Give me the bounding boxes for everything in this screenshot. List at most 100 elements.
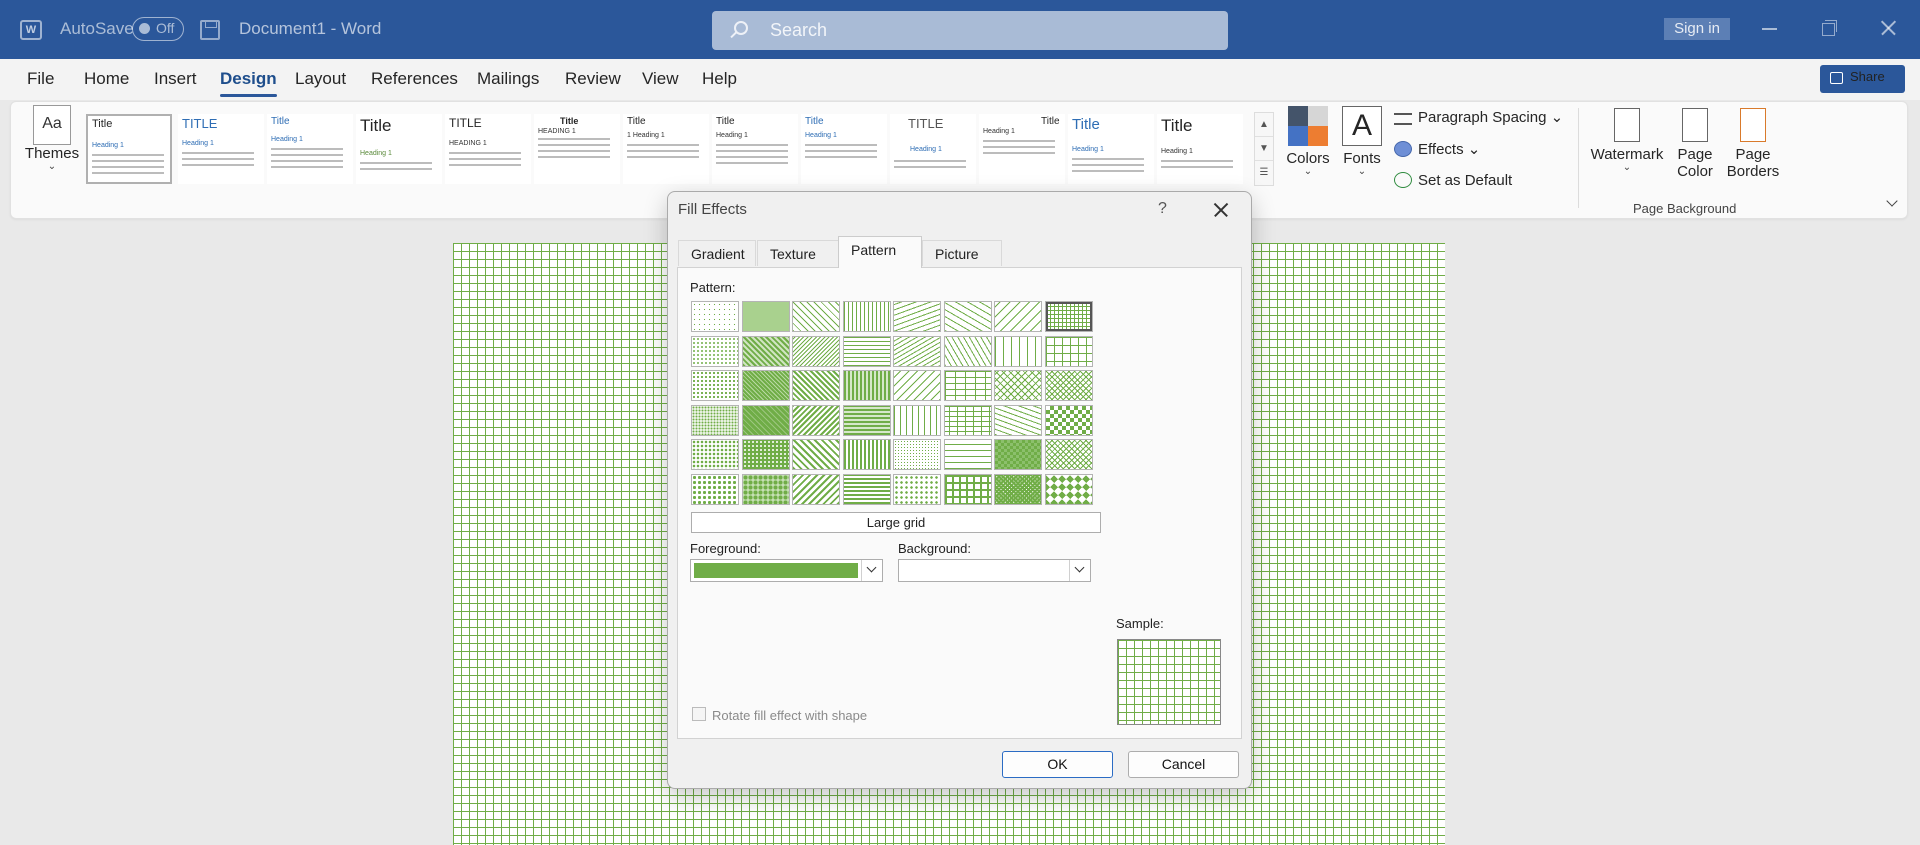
gallery-down-icon[interactable]: ▼	[1255, 137, 1273, 161]
pattern-swatch[interactable]	[842, 439, 891, 470]
close-window-icon[interactable]	[1876, 16, 1900, 40]
pattern-swatch[interactable]	[994, 439, 1042, 470]
gallery-up-icon[interactable]: ▲	[1255, 113, 1273, 137]
share-button[interactable]: Share	[1820, 65, 1905, 93]
pattern-swatch[interactable]	[1044, 473, 1093, 505]
set-as-default-button[interactable]: Set as Default	[1394, 172, 1512, 189]
pattern-swatch[interactable]	[691, 335, 739, 367]
style-set-item[interactable]: Title Heading 1	[1157, 114, 1243, 184]
tab-insert[interactable]: Insert	[154, 69, 197, 89]
pattern-swatch[interactable]	[1044, 301, 1093, 332]
paragraph-spacing-button[interactable]: Paragraph Spacing ⌄	[1394, 108, 1563, 126]
style-set-item[interactable]: TITLE HEADING 1	[445, 114, 531, 184]
pattern-swatch[interactable]	[1044, 370, 1093, 401]
pattern-swatch[interactable]	[943, 439, 992, 470]
background-color-select[interactable]	[898, 559, 1091, 582]
page-borders-button[interactable]: Page Borders	[1726, 108, 1780, 180]
autosave-toggle[interactable]: Off	[132, 17, 184, 41]
tab-mailings[interactable]: Mailings	[477, 69, 539, 89]
pattern-swatch[interactable]	[1044, 335, 1093, 367]
pattern-swatch[interactable]	[792, 473, 840, 505]
style-set-item[interactable]: Title Heading 1	[712, 114, 798, 184]
effects-button[interactable]: Effects ⌄	[1394, 140, 1480, 158]
pattern-swatch[interactable]	[741, 404, 790, 436]
restore-icon[interactable]	[1817, 16, 1841, 40]
pattern-swatch[interactable]	[741, 301, 790, 332]
tab-help[interactable]: Help	[702, 69, 737, 89]
pattern-swatch[interactable]	[943, 404, 992, 436]
help-icon[interactable]: ?	[1158, 200, 1167, 218]
style-set-item[interactable]: Title Heading 1	[979, 114, 1065, 184]
foreground-color-select[interactable]	[690, 559, 883, 582]
tab-texture[interactable]: Texture	[757, 240, 839, 266]
pattern-swatch[interactable]	[994, 335, 1042, 367]
pattern-swatch[interactable]	[994, 301, 1042, 332]
style-set-item[interactable]: Title Heading 1	[267, 114, 353, 184]
pattern-swatch[interactable]	[691, 301, 739, 332]
style-set-item[interactable]: TITLE Heading 1	[178, 114, 264, 184]
pattern-swatch[interactable]	[943, 335, 992, 367]
style-set-item[interactable]: Title Heading 1	[86, 114, 172, 184]
search-box[interactable]: Search	[712, 11, 1228, 50]
style-set-item[interactable]: Title 1 Heading 1	[623, 114, 709, 184]
pattern-swatch[interactable]	[943, 370, 992, 401]
themes-button[interactable]: Aa Themes ⌄	[22, 105, 82, 185]
style-set-item[interactable]: Title Heading 1	[801, 114, 887, 184]
rotate-fill-checkbox[interactable]	[692, 707, 706, 721]
tab-design[interactable]: Design	[220, 69, 277, 97]
style-set-item[interactable]: TITLE Heading 1	[890, 114, 976, 184]
pattern-swatch[interactable]	[994, 404, 1042, 436]
pattern-swatch[interactable]	[994, 473, 1042, 505]
pattern-swatch[interactable]	[792, 301, 840, 332]
pattern-swatch[interactable]	[792, 439, 840, 470]
sign-in-button[interactable]: Sign in	[1664, 18, 1730, 40]
tab-review[interactable]: Review	[565, 69, 621, 89]
collapse-ribbon-icon[interactable]	[1886, 196, 1900, 210]
pattern-swatch[interactable]	[994, 370, 1042, 401]
pattern-swatch[interactable]	[792, 335, 840, 367]
pattern-swatch[interactable]	[842, 473, 891, 505]
pattern-swatch[interactable]	[691, 370, 739, 401]
pattern-swatch[interactable]	[1044, 439, 1093, 470]
chevron-down-icon[interactable]	[1069, 560, 1090, 581]
style-set-item[interactable]: Title Heading 1	[356, 114, 442, 184]
pattern-swatch[interactable]	[691, 404, 739, 436]
pattern-swatch[interactable]	[691, 473, 739, 505]
colors-button[interactable]: Colors ⌄	[1280, 106, 1336, 177]
pattern-swatch[interactable]	[943, 473, 992, 505]
tab-file[interactable]: File	[27, 69, 54, 89]
chevron-down-icon[interactable]	[861, 560, 882, 581]
pattern-swatch[interactable]	[741, 473, 790, 505]
pattern-swatch[interactable]	[741, 370, 790, 401]
fonts-button[interactable]: A Fonts ⌄	[1334, 106, 1390, 177]
cancel-button[interactable]: Cancel	[1128, 751, 1239, 778]
close-icon[interactable]	[1212, 201, 1230, 219]
ok-button[interactable]: OK	[1002, 751, 1113, 778]
pattern-swatch[interactable]	[893, 473, 941, 505]
tab-layout[interactable]: Layout	[295, 69, 346, 89]
minimize-icon[interactable]	[1758, 16, 1782, 40]
tab-view[interactable]: View	[642, 69, 679, 89]
pattern-swatch[interactable]	[741, 335, 790, 367]
tab-pattern[interactable]: Pattern	[838, 236, 922, 268]
pattern-swatch[interactable]	[893, 301, 941, 332]
pattern-swatch[interactable]	[893, 404, 941, 436]
pattern-swatch[interactable]	[943, 301, 992, 332]
pattern-swatch[interactable]	[1044, 404, 1093, 436]
pattern-swatch[interactable]	[842, 301, 891, 332]
tab-picture[interactable]: Picture	[922, 240, 1002, 266]
save-icon[interactable]	[200, 20, 220, 40]
style-set-item[interactable]: Title HEADING 1	[534, 114, 620, 184]
pattern-swatch[interactable]	[741, 439, 790, 470]
tab-references[interactable]: References	[371, 69, 458, 89]
pattern-swatch[interactable]	[842, 370, 891, 401]
pattern-swatch[interactable]	[893, 439, 941, 470]
tab-gradient[interactable]: Gradient	[678, 240, 756, 266]
gallery-more-icon[interactable]: ☰	[1255, 161, 1273, 185]
gallery-scroll[interactable]: ▲ ▼ ☰	[1254, 112, 1274, 186]
pattern-swatch[interactable]	[842, 335, 891, 367]
pattern-swatch[interactable]	[792, 404, 840, 436]
pattern-swatch[interactable]	[842, 404, 891, 436]
watermark-button[interactable]: Watermark ⌄	[1590, 108, 1664, 173]
tab-home[interactable]: Home	[84, 69, 129, 89]
